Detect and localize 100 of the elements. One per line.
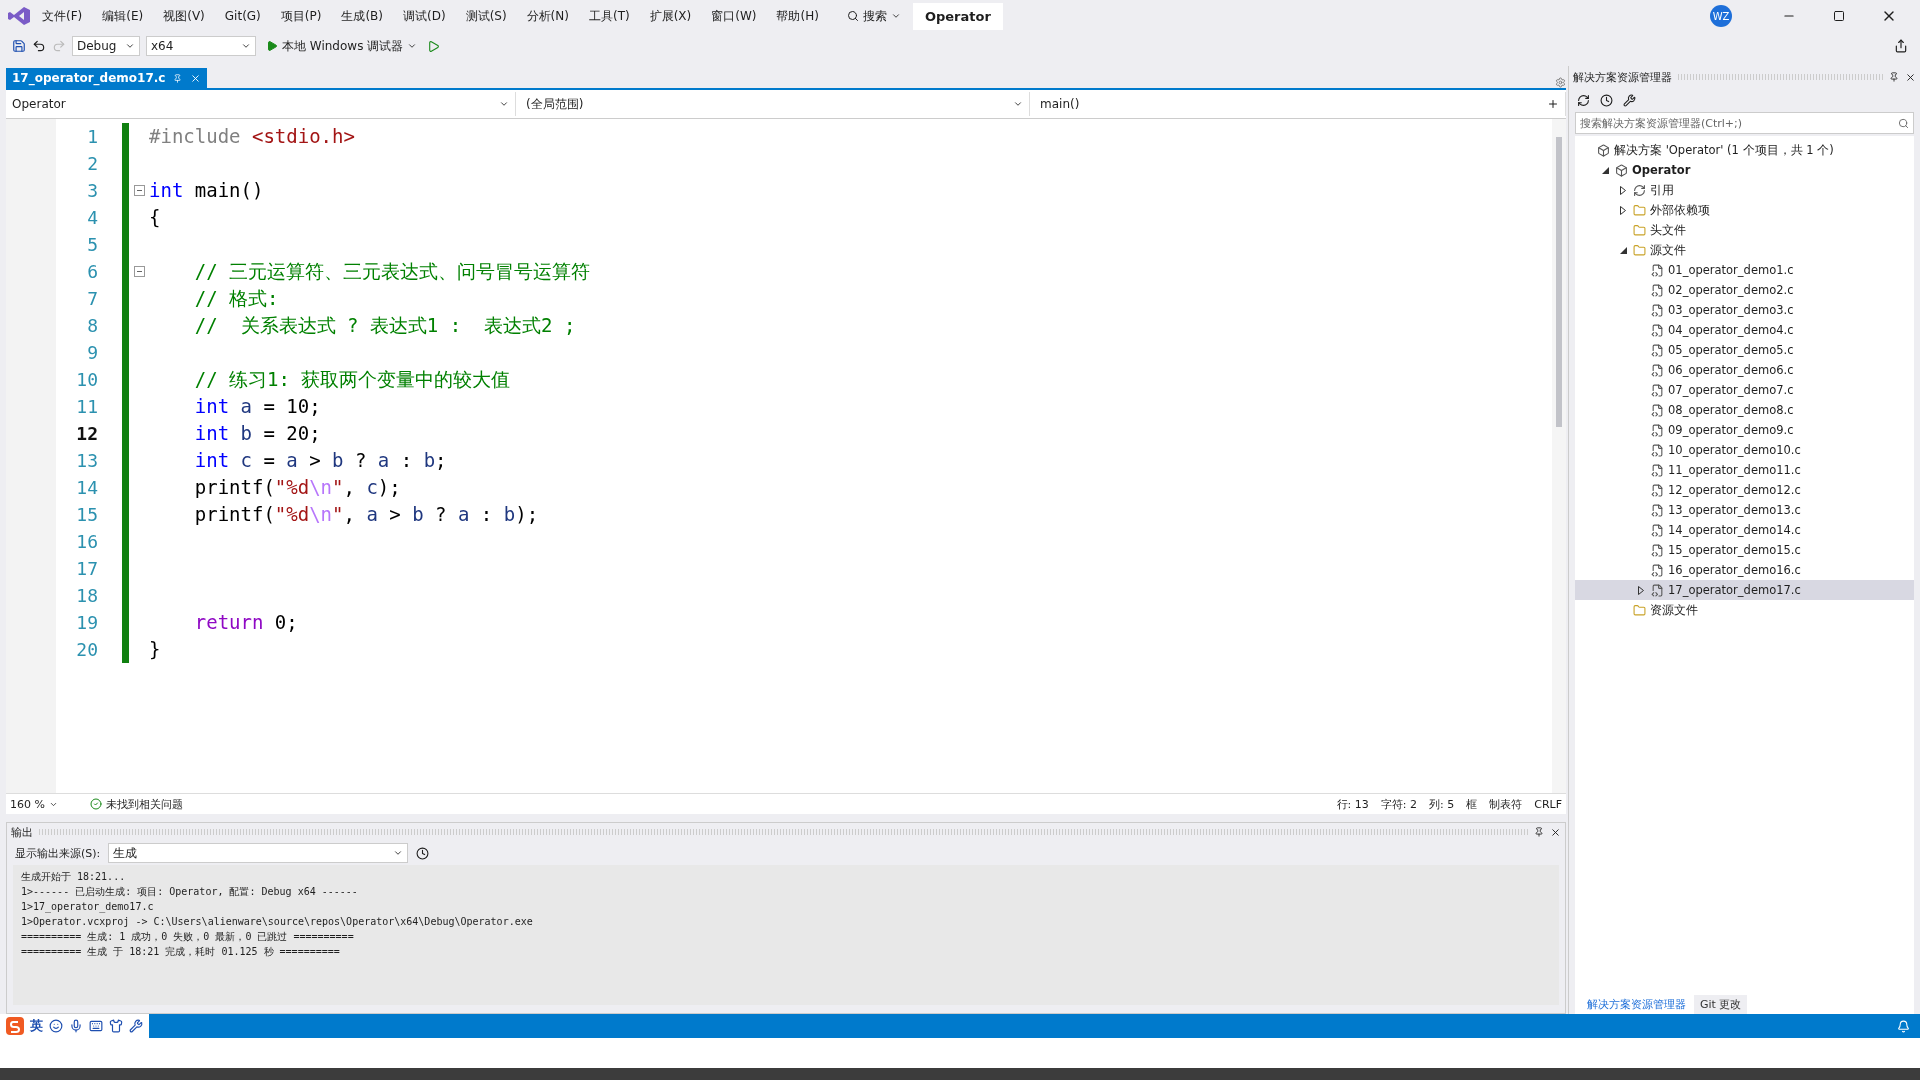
menu-item[interactable]: 文件(F) [34, 3, 91, 29]
panel-tab[interactable]: Git 更改 [1694, 994, 1748, 1014]
tree-item[interactable]: 17_operator_demo17.c [1575, 580, 1914, 600]
collapsed-arrow-icon[interactable] [1638, 585, 1644, 595]
save-icon[interactable] [12, 39, 26, 53]
code-line: int b = 20; [193, 421, 322, 446]
tree-item[interactable]: 解决方案 'Operator' (1 个项目，共 1 个) [1575, 140, 1914, 160]
keyboard-icon[interactable] [89, 1019, 103, 1033]
close-icon[interactable] [1905, 71, 1916, 83]
tree-item[interactable]: 02_operator_demo2.c [1575, 280, 1914, 300]
tree-item[interactable]: 06_operator_demo6.c [1575, 360, 1914, 380]
pin-icon[interactable] [1889, 72, 1899, 82]
emoji-icon[interactable] [49, 1019, 63, 1033]
member-dropdown[interactable]: main() [1034, 92, 1566, 116]
project-dropdown[interactable]: Operator [6, 92, 516, 116]
tree-item[interactable]: 03_operator_demo3.c [1575, 300, 1914, 320]
collapsed-arrow-icon[interactable] [1620, 205, 1626, 215]
tree-item[interactable]: Operator [1575, 160, 1914, 180]
tree-item[interactable]: 08_operator_demo8.c [1575, 400, 1914, 420]
history-icon[interactable] [1600, 93, 1613, 107]
scrollbar-thumb[interactable] [1556, 137, 1562, 427]
source-dropdown[interactable]: 生成 [108, 843, 409, 863]
clock-icon[interactable] [416, 846, 430, 860]
expanded-arrow-icon[interactable] [1601, 166, 1609, 174]
collapse-icon[interactable] [133, 185, 145, 196]
menu-item[interactable]: Git(G) [216, 5, 269, 27]
menu-item[interactable]: 项目(P) [272, 3, 330, 29]
code-line: int c = a > b ? a : b; [193, 448, 448, 473]
search-field[interactable]: 搜索解决方案资源管理器(Ctrl+;) [1575, 112, 1914, 134]
tree-item[interactable]: 源文件 [1575, 240, 1914, 260]
sync-icon[interactable] [1577, 93, 1590, 107]
menu-item[interactable]: 生成(B) [333, 3, 391, 29]
line-ending-indicator: CRLF [1534, 797, 1562, 811]
platform-dropdown[interactable]: x64 [146, 36, 256, 56]
wrench-icon[interactable] [1623, 93, 1636, 107]
tree-item[interactable]: 13_operator_demo13.c [1575, 500, 1914, 520]
shirt-icon[interactable] [109, 1019, 123, 1033]
menu-item[interactable]: 帮助(H) [768, 3, 827, 29]
line-number: 11 [75, 395, 98, 419]
user-avatar[interactable]: WZ [1710, 5, 1732, 27]
document-tab[interactable]: 17_operator_demo17.c [6, 68, 208, 88]
tree-item[interactable]: 05_operator_demo5.c [1575, 340, 1914, 360]
wrench-icon[interactable] [129, 1019, 143, 1033]
line-number: 9 [86, 341, 98, 365]
output-line: 生成开始于 18:21... [21, 870, 127, 884]
line-number: 2 [86, 152, 98, 176]
issues-status[interactable]: 未找到相关问题 [89, 796, 183, 812]
tree-item[interactable]: 04_operator_demo4.c [1575, 320, 1914, 340]
tree-item[interactable]: 资源文件 [1575, 600, 1914, 620]
notification-icon[interactable] [1897, 1019, 1910, 1033]
undo-icon[interactable] [32, 39, 46, 53]
expanded-arrow-icon[interactable] [1619, 246, 1627, 254]
collapsed-arrow-icon[interactable] [1620, 185, 1626, 195]
run-button[interactable]: 本地 Windows 调试器 [262, 35, 422, 57]
tree-item[interactable]: 11_operator_demo11.c [1575, 460, 1914, 480]
ime-language[interactable]: 英 [30, 1017, 43, 1035]
pin-icon[interactable] [1534, 827, 1544, 837]
zoom-dropdown[interactable]: 160 % [10, 797, 58, 811]
play-outline-icon[interactable] [427, 39, 441, 53]
tree-item[interactable]: 16_operator_demo16.c [1575, 560, 1914, 580]
tree-item[interactable]: 15_operator_demo15.c [1575, 540, 1914, 560]
code-line: // 格式: [193, 286, 280, 311]
menu-item[interactable]: 扩展(X) [641, 3, 700, 29]
restore-icon[interactable] [1833, 10, 1845, 22]
tree-item[interactable]: 12_operator_demo12.c [1575, 480, 1914, 500]
pin-icon[interactable] [173, 73, 183, 83]
file-icon [1651, 583, 1664, 597]
scope-dropdown[interactable]: (全局范围) [520, 92, 1030, 116]
tree-item[interactable]: 07_operator_demo7.c [1575, 380, 1914, 400]
code-line: { [149, 205, 162, 230]
line-number: 14 [75, 476, 98, 500]
tree-item[interactable]: 14_operator_demo14.c [1575, 520, 1914, 540]
close-icon[interactable] [1550, 826, 1561, 838]
file-icon [1651, 323, 1664, 337]
search-button[interactable]: 搜索 [838, 3, 909, 29]
ime-logo-icon [6, 1017, 24, 1035]
line-number: 19 [75, 611, 98, 635]
menu-item[interactable]: 工具(T) [580, 3, 638, 29]
tree-item[interactable]: 外部依赖项 [1575, 200, 1914, 220]
menu-item[interactable]: 测试(S) [457, 3, 515, 29]
microphone-icon[interactable] [69, 1019, 83, 1033]
menu-item[interactable]: 窗口(W) [703, 3, 765, 29]
settings-icon[interactable] [1555, 77, 1566, 88]
mode-indicator: 框 [1466, 796, 1478, 812]
file-icon [1651, 403, 1664, 417]
tree-item[interactable]: 10_operator_demo10.c [1575, 440, 1914, 460]
split-icon[interactable] [1547, 98, 1559, 110]
tree-item[interactable]: 01_operator_demo1.c [1575, 260, 1914, 280]
tree-item[interactable]: 头文件 [1575, 220, 1914, 240]
configuration-dropdown[interactable]: Debug [72, 36, 140, 56]
tree-item[interactable]: 09_operator_demo9.c [1575, 420, 1914, 440]
tree-item[interactable]: 引用 [1575, 180, 1914, 200]
share-icon[interactable] [1894, 39, 1908, 53]
collapse-icon[interactable] [133, 266, 145, 277]
menu-item[interactable]: 调试(D) [395, 3, 454, 29]
menu-item[interactable]: 分析(N) [518, 3, 577, 29]
menu-item[interactable]: 编辑(E) [94, 3, 152, 29]
menu-item[interactable]: 视图(V) [155, 3, 213, 29]
line-number: 12 [75, 422, 98, 446]
code-line: printf("%d\n", a > b ? a : b); [193, 502, 540, 527]
